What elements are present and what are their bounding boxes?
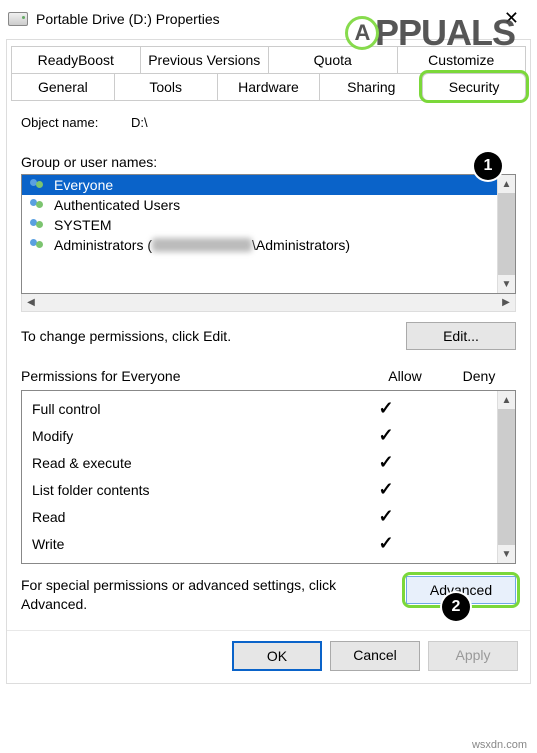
tab-tools[interactable]: Tools: [114, 73, 218, 100]
permission-name: Read: [32, 509, 351, 525]
permission-allow: ✓: [351, 398, 421, 419]
check-icon: ✓: [378, 479, 393, 499]
tab-quota[interactable]: Quota: [268, 46, 398, 73]
close-button[interactable]: ✕: [494, 6, 529, 31]
permission-name: Modify: [32, 428, 351, 444]
group-icon: [28, 177, 48, 193]
scroll-down-icon[interactable]: ▼: [498, 275, 515, 293]
tab-sharing[interactable]: Sharing: [319, 73, 423, 100]
scroll-up-icon[interactable]: ▲: [498, 175, 515, 193]
titlebar: Portable Drive (D:) Properties ✕: [0, 0, 537, 35]
check-icon: ✓: [378, 425, 393, 445]
list-item-label: Everyone: [54, 177, 113, 193]
permission-row: Read ✓: [32, 503, 491, 530]
permission-row: Read & execute ✓: [32, 449, 491, 476]
permission-name: Read & execute: [32, 455, 351, 471]
list-item[interactable]: Administrators ( \Administrators): [22, 235, 497, 255]
scroll-left-icon[interactable]: ◀: [22, 294, 40, 311]
tab-general[interactable]: General: [11, 73, 115, 100]
check-icon: ✓: [378, 452, 393, 472]
vertical-scrollbar[interactable]: ▲ ▼: [497, 391, 515, 563]
check-icon: ✓: [378, 506, 393, 526]
check-icon: ✓: [378, 398, 393, 418]
group-icon: [28, 197, 48, 213]
permissions-deny-header: Deny: [442, 368, 516, 384]
cancel-button[interactable]: Cancel: [330, 641, 420, 671]
groups-label: Group or user names:: [21, 154, 516, 170]
object-name-label: Object name:: [21, 115, 131, 130]
edit-hint: To change permissions, click Edit.: [21, 328, 406, 344]
permission-row: Full control ✓: [32, 395, 491, 422]
scroll-right-icon[interactable]: ▶: [497, 294, 515, 311]
scroll-down-icon[interactable]: ▼: [498, 545, 515, 563]
list-item-suffix: \Administrators): [252, 237, 350, 253]
permission-row: List folder contents ✓: [32, 476, 491, 503]
redacted-text: [152, 238, 252, 252]
permission-allow: ✓: [351, 506, 421, 527]
list-item[interactable]: Authenticated Users: [22, 195, 497, 215]
group-icon: [28, 217, 48, 233]
permission-name: List folder contents: [32, 482, 351, 498]
list-item-label: SYSTEM: [54, 217, 112, 233]
list-item[interactable]: SYSTEM: [22, 215, 497, 235]
annotation-badge-2: 2: [442, 593, 470, 621]
annotation-badge-1: 1: [474, 152, 502, 180]
advanced-hint: For special permissions or advanced sett…: [21, 576, 406, 614]
tab-security[interactable]: Security: [422, 73, 526, 100]
window-title: Portable Drive (D:) Properties: [36, 11, 220, 27]
permission-allow: ✓: [351, 425, 421, 446]
tab-previous-versions[interactable]: Previous Versions: [140, 46, 270, 73]
scroll-up-icon[interactable]: ▲: [498, 391, 515, 409]
permission-allow: ✓: [351, 479, 421, 500]
vertical-scrollbar[interactable]: ▲ ▼: [497, 175, 515, 293]
ok-button[interactable]: OK: [232, 641, 322, 671]
object-name-value: D:\: [131, 115, 148, 130]
permission-row: Modify ✓: [32, 422, 491, 449]
permissions-allow-header: Allow: [368, 368, 442, 384]
tab-strip: ReadyBoost Previous Versions Quota Custo…: [7, 40, 530, 100]
tab-hardware[interactable]: Hardware: [217, 73, 321, 100]
check-icon: ✓: [378, 533, 393, 553]
edit-button[interactable]: Edit...: [406, 322, 516, 350]
dialog-body: ReadyBoost Previous Versions Quota Custo…: [6, 39, 531, 684]
list-item[interactable]: Everyone: [22, 175, 497, 195]
permissions-title: Permissions for Everyone: [21, 368, 368, 384]
tab-readyboost[interactable]: ReadyBoost: [11, 46, 141, 73]
permission-row: Write ✓: [32, 530, 491, 557]
apply-button: Apply: [428, 641, 518, 671]
groups-listbox[interactable]: Everyone Authenticated Users SYSTEM Admi…: [21, 174, 516, 294]
permission-name: Full control: [32, 401, 351, 417]
tab-customize[interactable]: Customize: [397, 46, 527, 73]
permission-allow: ✓: [351, 533, 421, 554]
site-watermark: wsxdn.com: [472, 739, 527, 751]
permissions-listbox: Full control✓Modify✓Read & execute✓List …: [21, 390, 516, 564]
list-item-label: Administrators (: [54, 237, 152, 253]
drive-icon: [8, 12, 28, 26]
permission-name: Write: [32, 536, 351, 552]
dialog-button-row: OK Cancel Apply: [7, 630, 530, 683]
group-icon: [28, 237, 48, 253]
permission-allow: ✓: [351, 452, 421, 473]
horizontal-scrollbar[interactable]: ◀ ▶: [21, 294, 516, 312]
list-item-label: Authenticated Users: [54, 197, 180, 213]
